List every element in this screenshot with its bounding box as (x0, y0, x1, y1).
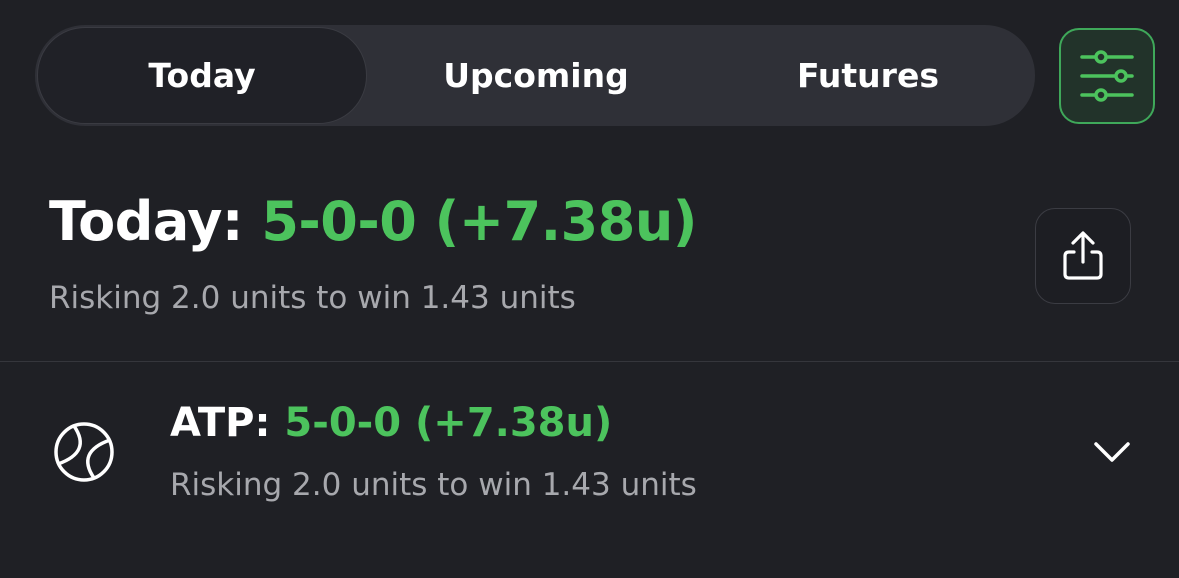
league-label: ATP: (170, 400, 271, 446)
tab-today[interactable]: Today (37, 27, 367, 124)
league-row-atp[interactable]: ATP: 5-0-0 (+7.38u) Risking 2.0 units to… (0, 362, 1179, 578)
chevron-down-icon[interactable] (1090, 434, 1134, 470)
filter-button[interactable] (1059, 28, 1155, 124)
summary-title: Today: 5-0-0 (+7.38u) (49, 190, 697, 253)
summary-label: Today: (49, 190, 244, 253)
league-title: ATP: 5-0-0 (+7.38u) (170, 400, 612, 446)
summary-record: 5-0-0 (+7.38u) (261, 190, 697, 253)
summary-subtitle: Risking 2.0 units to win 1.43 units (49, 280, 576, 316)
segmented-tabs: Today Upcoming Futures (35, 25, 1035, 126)
share-button[interactable] (1035, 208, 1131, 304)
league-subtitle: Risking 2.0 units to win 1.43 units (170, 467, 697, 503)
sliders-icon (1080, 50, 1134, 102)
tennis-ball-icon (54, 422, 114, 482)
app-root: Today Upcoming Futures Today: 5-0-0 (+7.… (0, 0, 1179, 578)
share-icon (1063, 231, 1103, 280)
tab-futures[interactable]: Futures (705, 27, 1031, 124)
tab-upcoming[interactable]: Upcoming (367, 27, 705, 124)
league-record: 5-0-0 (+7.38u) (284, 400, 613, 446)
